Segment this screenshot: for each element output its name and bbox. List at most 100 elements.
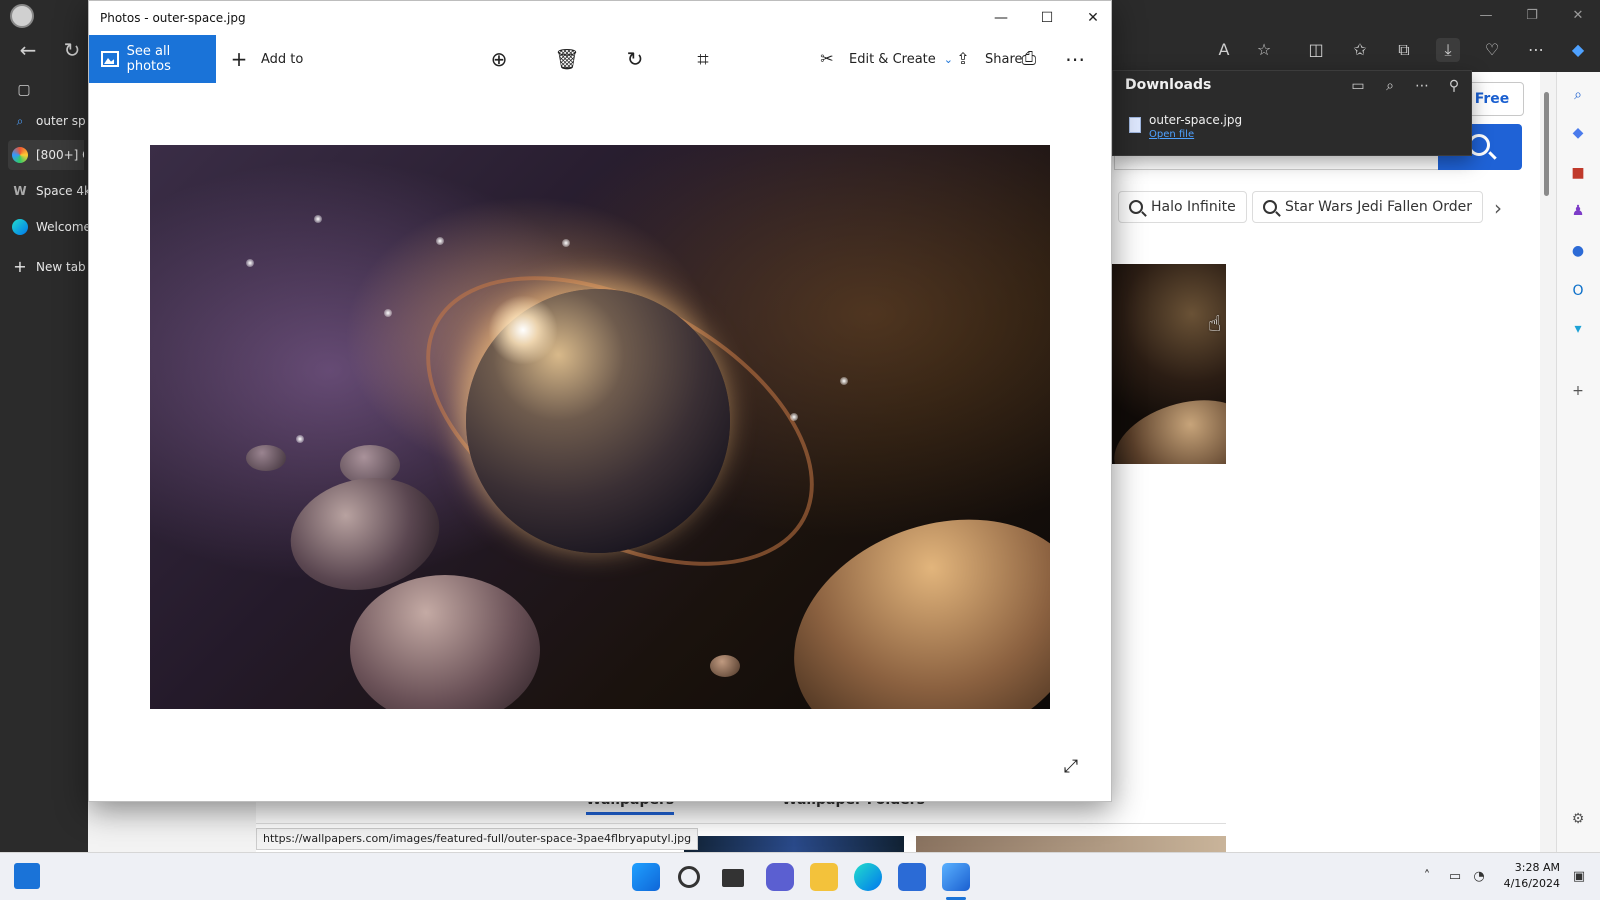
photos-toolbar: See all photos + Add to ⊕ 🗑 ↻ ⌗ ✂ Edit &… xyxy=(89,35,1111,83)
games-icon[interactable]: ♟ xyxy=(1567,200,1589,222)
thumbnail-strip[interactable] xyxy=(684,836,904,852)
copilot-icon[interactable]: ◆ xyxy=(1566,38,1590,62)
print-icon: ⎙ xyxy=(1021,48,1037,69)
downloads-icon[interactable]: ⤓ xyxy=(1436,38,1460,62)
task-view-icon[interactable] xyxy=(722,869,744,887)
read-aloud-icon[interactable]: A xyxy=(1212,38,1236,62)
chip-halo-infinite[interactable]: Halo Infinite xyxy=(1118,191,1247,223)
hand-cursor-icon: ☝ xyxy=(1208,312,1222,337)
favorite-star-icon[interactable]: ☆ xyxy=(1252,38,1276,62)
start-icon[interactable] xyxy=(632,863,660,891)
chat-icon[interactable] xyxy=(766,863,794,891)
folder-icon[interactable]: ▭ xyxy=(1347,75,1369,97)
rotate-button[interactable]: ↻ xyxy=(621,43,649,75)
delete-button[interactable]: 🗑 xyxy=(553,43,581,75)
clock-date[interactable]: 4/16/2024 xyxy=(1490,877,1560,890)
tab-actions-icon[interactable]: ▢ xyxy=(10,76,38,104)
picture-icon xyxy=(101,51,119,67)
notification-icon[interactable]: ▣ xyxy=(1570,869,1588,885)
tab-space-4k[interactable]: W Space 4k xyxy=(12,176,88,206)
split-screen-icon[interactable]: ◫ xyxy=(1304,38,1328,62)
photo-image-outer-space[interactable] xyxy=(150,145,1050,709)
tab-outer-space-search[interactable]: ⌕ outer sp xyxy=(12,106,88,136)
more-icon: ⋯ xyxy=(1065,47,1085,71)
network-icon[interactable]: ▭ xyxy=(1446,869,1464,885)
chevron-right-icon[interactable]: › xyxy=(1494,196,1502,220)
thumbnail-strip[interactable] xyxy=(916,836,1226,852)
chip-star-wars[interactable]: Star Wars Jedi Fallen Order xyxy=(1252,191,1484,223)
star xyxy=(840,377,848,385)
add-to-label: Add to xyxy=(261,51,304,67)
downloads-flyout: Downloads ▭ ⌕ ⋯ ⚲ outer-space.jpg Open f… xyxy=(1112,70,1472,156)
new-tab-button[interactable]: + New tab xyxy=(12,252,88,282)
search-icon[interactable]: ⌕ xyxy=(1379,75,1401,97)
edge-icon[interactable] xyxy=(854,863,882,891)
edge-sidebar: ⌕ ◆ ■ ♟ ● O ▾ + ⚙ xyxy=(1556,72,1600,852)
open-file-link[interactable]: Open file xyxy=(1149,129,1194,140)
browser-close-icon[interactable]: ✕ xyxy=(1568,6,1588,26)
download-file-name[interactable]: outer-space.jpg xyxy=(1149,113,1242,127)
light-flare xyxy=(488,295,558,365)
back-icon[interactable]: ← xyxy=(14,36,42,64)
search-icon[interactable] xyxy=(678,866,700,888)
more-options-button[interactable]: ⋯ xyxy=(1061,43,1089,75)
file-explorer-icon[interactable] xyxy=(810,863,838,891)
page-scrollbar[interactable] xyxy=(1540,80,1552,840)
add-to-button[interactable]: + Add to xyxy=(225,43,304,75)
tab-label: Welcome xyxy=(36,220,88,234)
scroll-thumb[interactable] xyxy=(1544,92,1549,196)
collections-icon[interactable]: ⧉ xyxy=(1392,38,1416,62)
wallpaper-thumbnail[interactable] xyxy=(1112,264,1226,464)
rotate-icon: ↻ xyxy=(626,47,644,71)
asteroid xyxy=(710,655,740,677)
volume-icon[interactable]: ◔ xyxy=(1470,869,1488,885)
asteroid xyxy=(246,445,286,471)
clock-time[interactable]: 3:28 AM xyxy=(1490,861,1560,874)
photos-window: Photos - outer-space.jpg — ☐ ✕ See all p… xyxy=(88,0,1112,802)
chevron-up-icon[interactable]: ˄ xyxy=(1418,869,1436,885)
shopping-tag-icon[interactable]: ◆ xyxy=(1567,122,1589,144)
profile-avatar[interactable] xyxy=(10,4,34,28)
browser-essentials-icon[interactable]: ♡ xyxy=(1480,38,1504,62)
downloads-title: Downloads xyxy=(1125,77,1212,93)
print-button[interactable]: ⎙ xyxy=(1015,43,1043,75)
outlook-icon[interactable]: O xyxy=(1567,280,1589,302)
tools-icon[interactable]: ■ xyxy=(1567,162,1589,184)
star xyxy=(790,413,798,421)
tab-label: New tab xyxy=(36,260,86,274)
crop-button[interactable]: ⌗ xyxy=(689,43,717,75)
share-button[interactable]: ⇪ Share xyxy=(949,43,1022,75)
share-icon: ⇪ xyxy=(956,49,970,68)
more-icon[interactable]: ⋯ xyxy=(1411,75,1433,97)
favorites-icon[interactable]: ✩ xyxy=(1348,38,1372,62)
asteroid xyxy=(350,575,540,709)
chip-label: Halo Infinite xyxy=(1151,199,1236,215)
copilot-sidebar-icon[interactable]: ● xyxy=(1567,240,1589,262)
browser-restore-icon[interactable]: ❐ xyxy=(1522,6,1542,26)
maximize-icon[interactable]: ☐ xyxy=(1035,7,1059,29)
tab-wallpapers-active[interactable]: [800+] O xyxy=(8,140,84,170)
refresh-icon[interactable]: ↻ xyxy=(58,36,86,64)
pin-icon[interactable]: ⚲ xyxy=(1443,75,1465,97)
add-sidebar-icon[interactable]: + xyxy=(1567,380,1589,402)
trash-icon: 🗑 xyxy=(554,47,580,71)
edit-create-icon: ✂ xyxy=(820,49,834,68)
zoom-button[interactable]: ⊕ xyxy=(485,43,513,75)
gear-icon[interactable]: ⚙ xyxy=(1567,808,1589,830)
chip-label: Star Wars Jedi Fallen Order xyxy=(1285,199,1473,215)
search-icon[interactable]: ⌕ xyxy=(1567,84,1589,106)
tab-welcome[interactable]: Welcome xyxy=(12,212,88,242)
minimize-icon[interactable]: — xyxy=(989,7,1013,29)
drop-icon[interactable]: ▾ xyxy=(1567,318,1589,340)
store-icon[interactable] xyxy=(898,863,926,891)
more-menu-icon[interactable]: ⋯ xyxy=(1524,38,1548,62)
photos-app-icon[interactable] xyxy=(942,863,970,891)
fullscreen-expand-icon[interactable]: ⤢ xyxy=(1059,755,1083,779)
see-all-photos-button[interactable]: See all photos xyxy=(89,35,216,83)
widgets-icon[interactable] xyxy=(14,863,40,889)
edit-create-button[interactable]: ✂ Edit & Create ⌄ xyxy=(813,43,953,75)
close-icon[interactable]: ✕ xyxy=(1081,7,1105,29)
browser-minimize-icon[interactable]: — xyxy=(1476,6,1496,26)
tab-label: [800+] O xyxy=(36,148,84,162)
star xyxy=(296,435,304,443)
